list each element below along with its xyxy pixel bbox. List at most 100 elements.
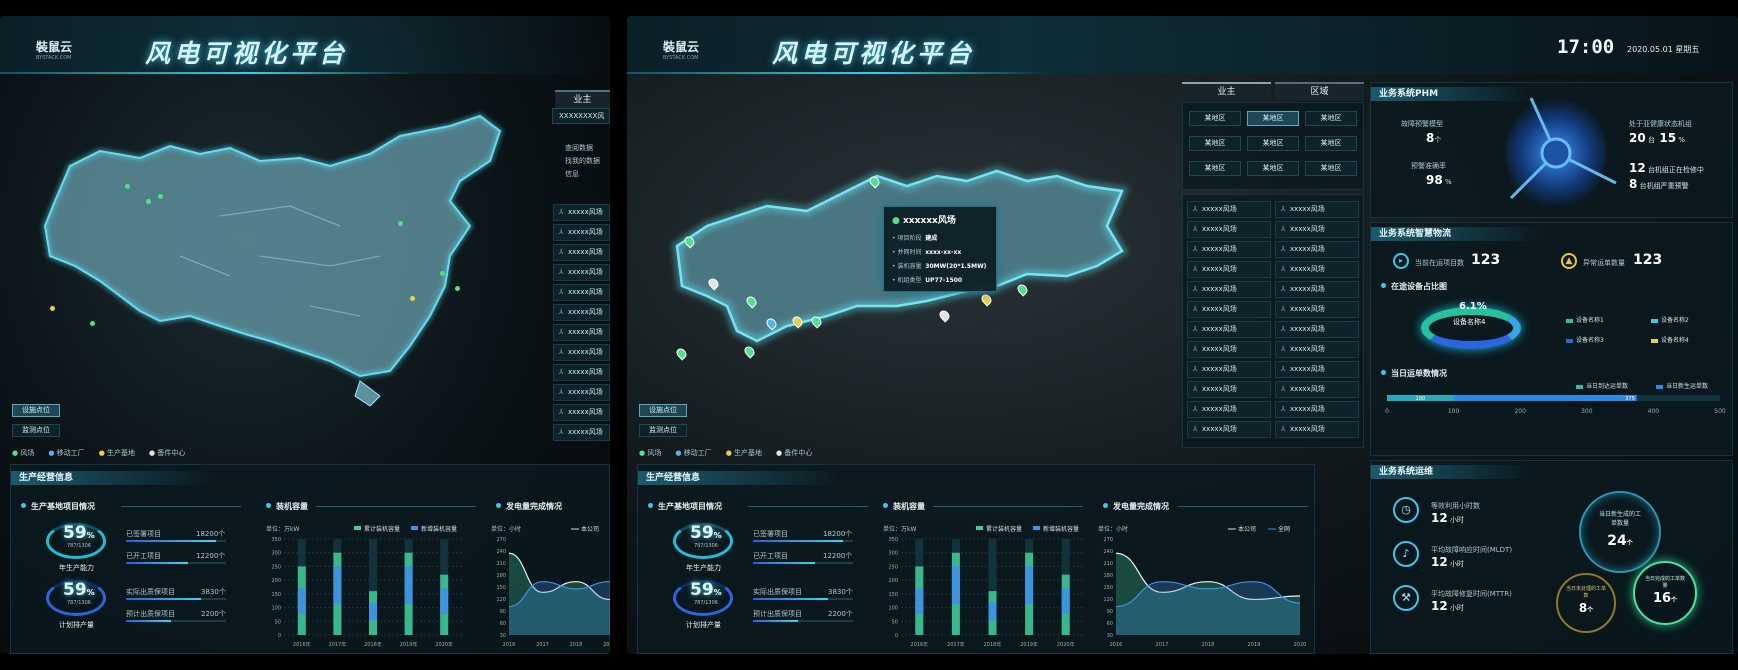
farm-item[interactable]: xxxxx风场 — [1275, 421, 1359, 438]
farm-item[interactable]: xxxxx风场 — [553, 224, 610, 241]
m1-label: 等效利用小时数 — [1431, 502, 1480, 510]
new-orders-value: 24个 — [1607, 533, 1633, 549]
farm-item[interactable]: xxxxx风场 — [1275, 401, 1359, 418]
farm-item[interactable]: xxxxx风场 — [553, 364, 610, 381]
monitor-button[interactable]: 监测点位 — [12, 424, 60, 437]
x-tick-label: 2016 — [503, 642, 516, 648]
farm-item[interactable]: xxxxx风场 — [553, 304, 610, 321]
x-tick-label: 2019年 — [1020, 641, 1038, 648]
map-point[interactable] — [410, 296, 415, 301]
waybill-legend: 当日新生运单数 — [1656, 381, 1708, 390]
tab-region[interactable]: 区域 — [1275, 82, 1364, 100]
map-point[interactable] — [455, 286, 460, 291]
region-cell[interactable]: 某地区 — [1247, 111, 1299, 126]
share-name: 设备名称4 — [1453, 318, 1486, 326]
map-point[interactable] — [90, 321, 95, 326]
farm-item[interactable]: xxxxx风场 — [553, 244, 610, 261]
farm-item[interactable]: xxxxx风场 — [1275, 301, 1359, 318]
legend-spare-center[interactable]: ● 备件中心 — [776, 448, 812, 458]
farm-item[interactable]: xxxxx风场 — [1187, 381, 1271, 398]
map-point[interactable] — [398, 221, 403, 226]
row-value: 2200个 — [828, 610, 853, 618]
monitor-button[interactable]: 监测点位 — [639, 424, 687, 437]
farm-item[interactable]: xxxxx风场 — [1187, 221, 1271, 238]
farm-item[interactable]: xxxxx风场 — [553, 404, 610, 421]
tab-owner[interactable]: 业主 — [1182, 82, 1271, 100]
legend-wind-farm[interactable]: ● 风场 — [12, 448, 34, 458]
facilities-button[interactable]: 设施点位 — [639, 404, 687, 417]
list-link[interactable]: 找我的数据 — [565, 156, 600, 166]
farm-item[interactable]: xxxxx风场 — [1275, 381, 1359, 398]
farm-item[interactable]: xxxxx风场 — [1187, 321, 1271, 338]
header-line — [0, 72, 420, 74]
row-bar — [126, 562, 226, 564]
tab-owner-left[interactable]: 业主 — [555, 90, 610, 108]
farm-item[interactable]: xxxxx风场 — [1275, 221, 1359, 238]
map-point[interactable] — [50, 306, 55, 311]
facilities-button[interactable]: 设施点位 — [12, 404, 60, 417]
farm-item[interactable]: xxxxx风场 — [553, 344, 610, 361]
legend-production-base[interactable]: ● 生产基地 — [726, 448, 762, 458]
china-map[interactable] — [30, 106, 550, 406]
farm-item[interactable]: xxxxx风场 — [1275, 281, 1359, 298]
map-point[interactable] — [440, 271, 445, 276]
done-orders-circle: 当日完成的工单数量 16个 — [1633, 561, 1697, 625]
y-tick-label: 150 — [496, 585, 506, 591]
farm-item[interactable]: xxxxx风场 — [1187, 241, 1271, 258]
search-input[interactable]: XXXXXXXX风 — [552, 108, 610, 124]
row-value: 12200个 — [823, 552, 853, 560]
map-point[interactable] — [146, 199, 151, 204]
y-tick-label: 100 — [271, 606, 281, 612]
panel-title: 生产经营信息 — [638, 471, 838, 485]
farm-item[interactable]: xxxxx风场 — [1187, 201, 1271, 218]
farm-item[interactable]: xxxxx风场 — [1187, 301, 1271, 318]
region-cell[interactable]: 某地区 — [1305, 111, 1357, 126]
region-cell[interactable]: 某地区 — [1247, 136, 1299, 151]
legend-mobile-factory[interactable]: ● 移动工厂 — [675, 448, 711, 458]
popup-title: ● xxxxxx风场 — [892, 216, 956, 226]
health-value: 20 台 15 % — [1629, 131, 1685, 145]
row-label: 已签署项目 — [126, 530, 161, 538]
farm-item[interactable]: xxxxx风场 — [1275, 321, 1359, 338]
legend-mobile-factory[interactable]: ● 移动工厂 — [48, 448, 84, 458]
region-cell[interactable]: 某地区 — [1247, 161, 1299, 176]
bar-new — [333, 566, 342, 605]
severe-warning-count: 8 台机组严重预警 — [1629, 177, 1689, 191]
region-cell[interactable]: 某地区 — [1189, 161, 1241, 176]
farm-item[interactable]: xxxxx风场 — [553, 324, 610, 341]
map-point[interactable] — [125, 184, 130, 189]
farm-item[interactable]: xxxxx风场 — [1275, 361, 1359, 378]
capacity-chart: 单位：万kW 累计装机容量 新增装机容量 350 300 250 200 150 100 50 0 2… — [883, 525, 1084, 648]
farm-item[interactable]: xxxxx风场 — [1187, 421, 1271, 438]
farm-item[interactable]: xxxxx风场 — [553, 264, 610, 281]
farm-item[interactable]: xxxxx风场 — [553, 204, 610, 221]
farm-item[interactable]: xxxxx风场 — [1187, 341, 1271, 358]
farm-item[interactable]: xxxxx风场 — [553, 284, 610, 301]
region-cell[interactable]: 某地区 — [1189, 136, 1241, 151]
legend-production-base[interactable]: ● 生产基地 — [99, 448, 135, 458]
legend-wind-farm[interactable]: ● 风场 — [639, 448, 661, 458]
farm-item[interactable]: xxxxx风场 — [1275, 201, 1359, 218]
farm-item[interactable]: xxxxx风场 — [1275, 261, 1359, 278]
legend-swatch — [354, 526, 361, 530]
region-cell[interactable]: 某地区 — [1305, 136, 1357, 151]
y-tick-label: 0 — [895, 633, 898, 639]
region-cell[interactable]: 某地区 — [1189, 111, 1241, 126]
subtitle-line — [121, 506, 241, 507]
farm-item[interactable]: xxxxx风场 — [553, 384, 610, 401]
legend-spare-center[interactable]: ● 备件中心 — [149, 448, 185, 458]
region-cell[interactable]: 某地区 — [1305, 161, 1357, 176]
farm-item[interactable]: xxxxx风场 — [1187, 361, 1271, 378]
farm-item[interactable]: xxxxx风场 — [1187, 261, 1271, 278]
clock-time: 17:00 — [1557, 36, 1615, 58]
farm-item[interactable]: xxxxx风场 — [1187, 281, 1271, 298]
farm-item[interactable]: xxxxx风场 — [1275, 341, 1359, 358]
map-point[interactable] — [158, 194, 163, 199]
x-tick-label: 2017 — [536, 642, 549, 648]
list-link[interactable]: 信息 — [565, 169, 579, 179]
y-tick-label: 350 — [888, 537, 898, 543]
farm-item[interactable]: xxxxx风场 — [1275, 241, 1359, 258]
list-link[interactable]: 查阅数据 — [565, 143, 593, 153]
farm-item[interactable]: xxxxx风场 — [553, 424, 610, 441]
farm-item[interactable]: xxxxx风场 — [1187, 401, 1271, 418]
